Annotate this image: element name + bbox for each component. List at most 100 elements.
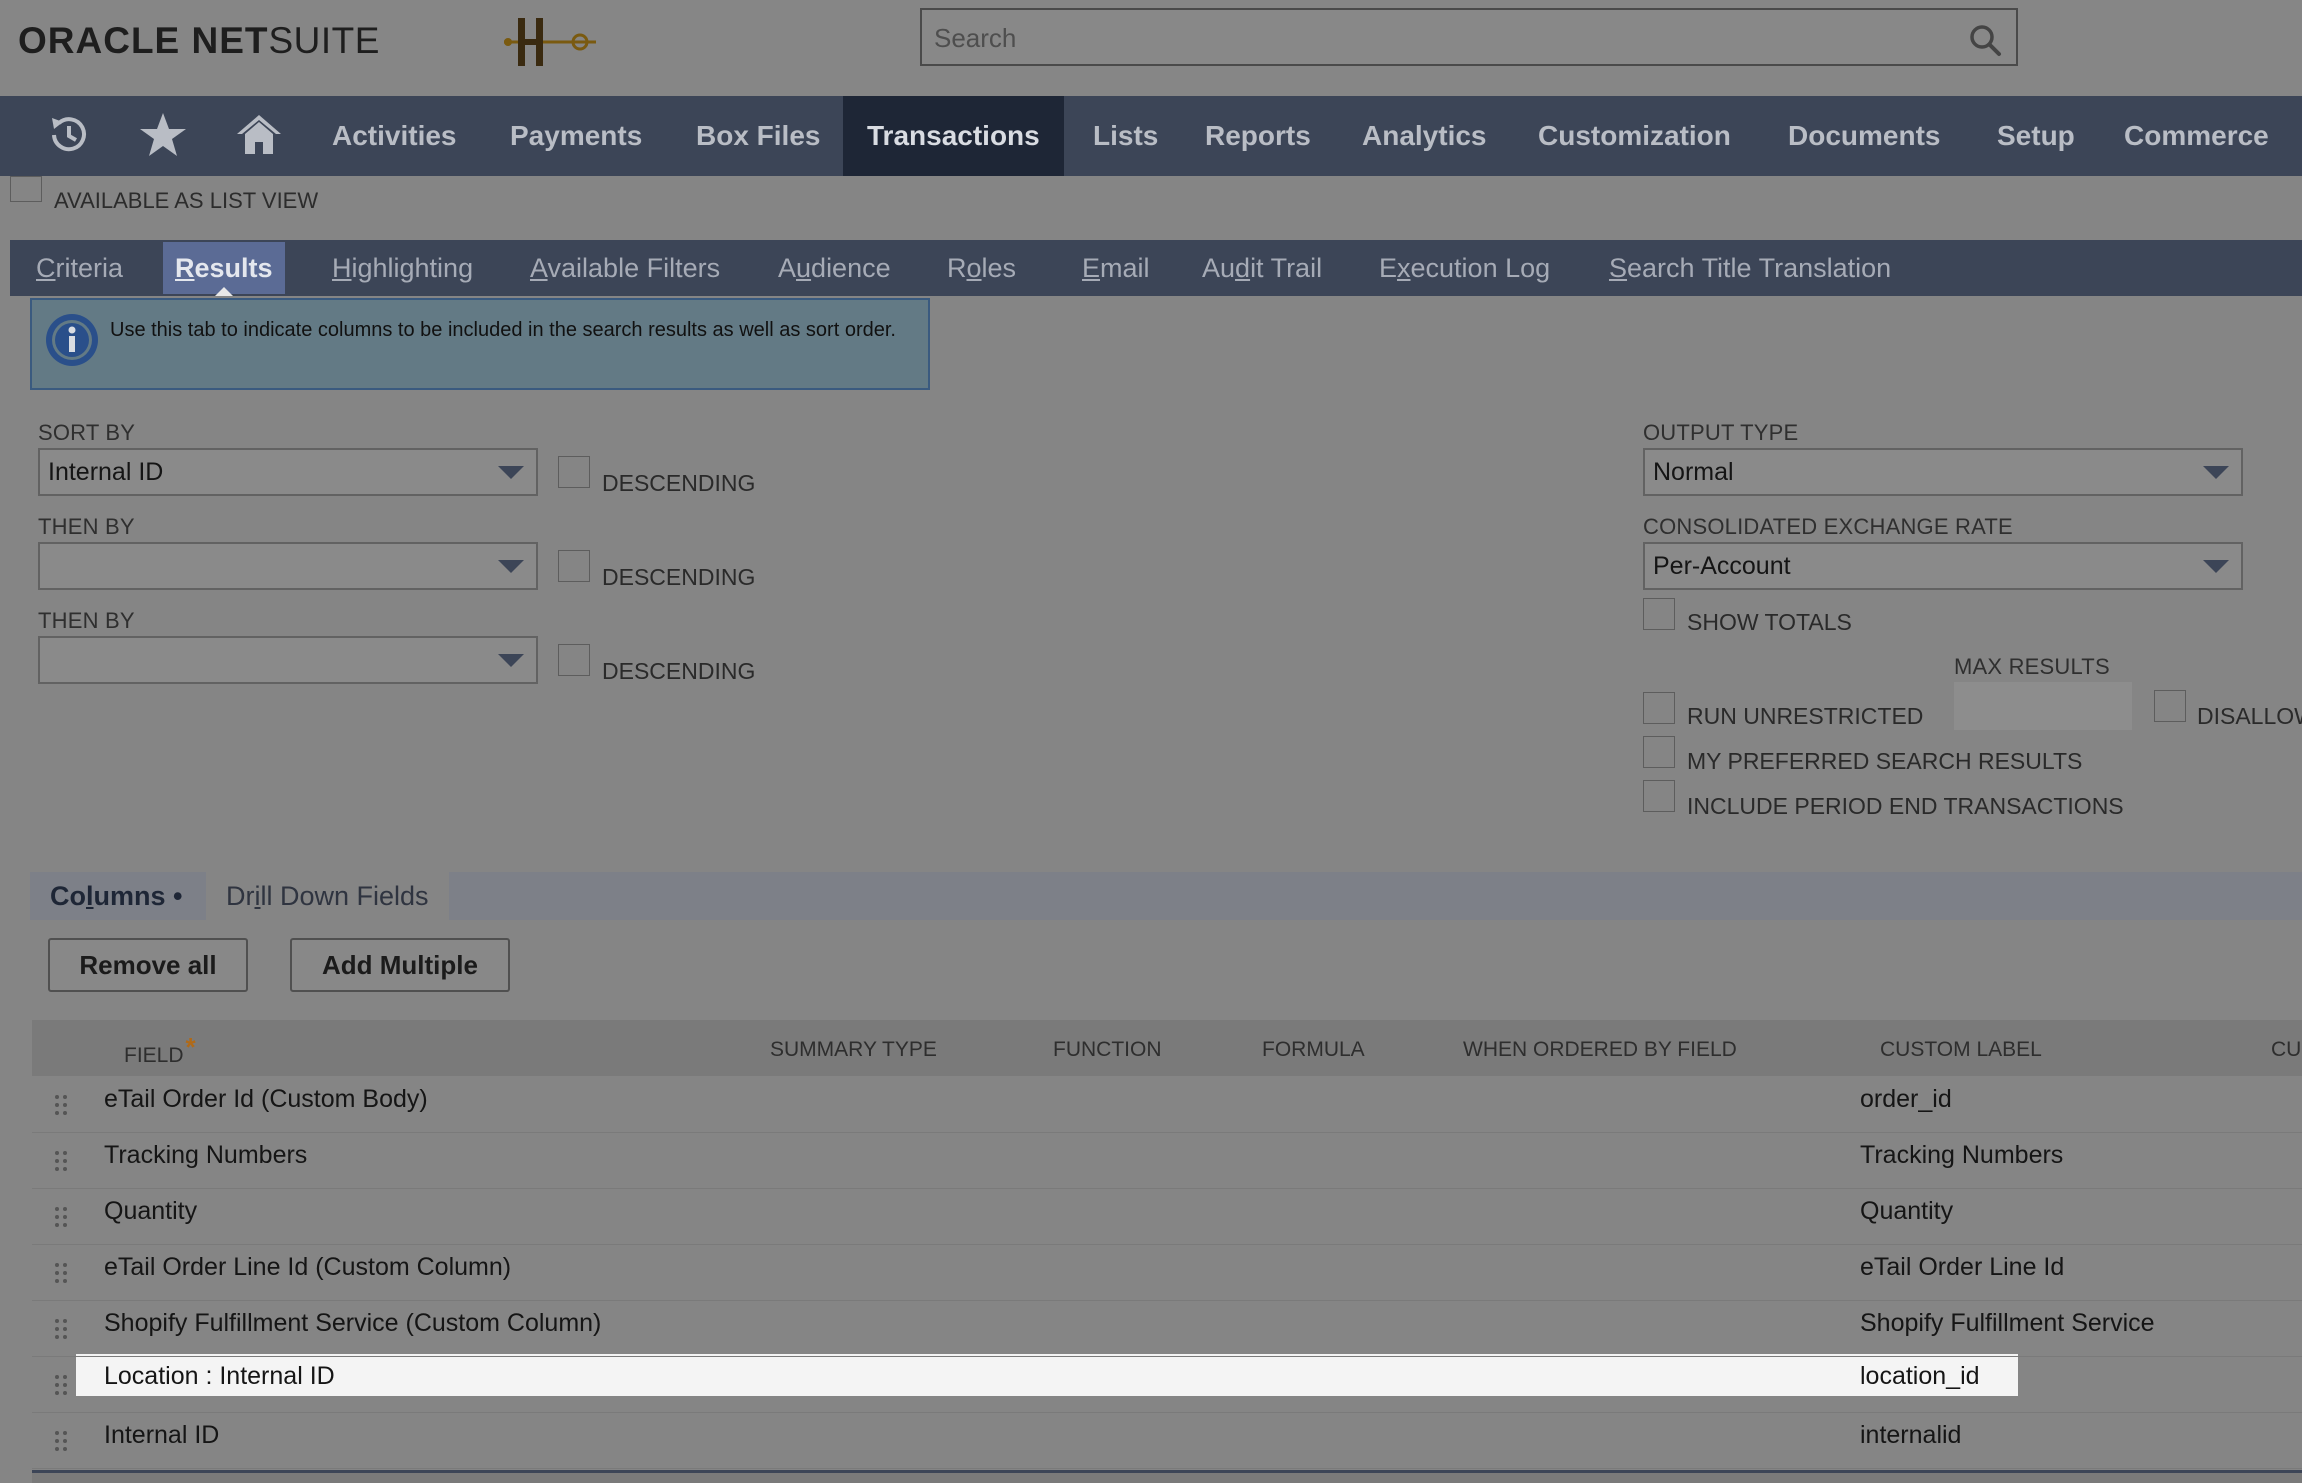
nav-reports[interactable]: Reports [1181,96,1335,176]
then-by-select-1[interactable] [38,542,538,590]
row-field: eTail Order Id (Custom Body) [104,1085,428,1113]
disallow-checkbox[interactable] [2154,690,2186,722]
nav-documents[interactable]: Documents [1764,96,1964,176]
max-results-input[interactable] [1954,682,2132,730]
search-input[interactable] [932,20,1936,56]
tab-columns[interactable]: Columns • [30,872,203,920]
tab-execution-log[interactable]: Execution Log [1367,240,1562,296]
drag-handle-icon[interactable] [54,1430,68,1452]
table-row-selected[interactable]: Location : Internal ID location_id [32,1356,2302,1413]
then-by-select-2[interactable] [38,636,538,684]
columns-table-header: FIELD* SUMMARY TYPE FUNCTION FORMULA WHE… [32,1020,2302,1076]
row-field: Tracking Numbers [104,1141,308,1169]
my-preferred-checkbox[interactable] [1643,736,1675,768]
then-by-label-2: THEN BY [38,608,135,633]
header-function[interactable]: FUNCTION [1053,1038,1162,1062]
netsuite-logo[interactable]: ORACLE NETSUITE [18,20,380,62]
columns-subtabs: Columns • Drill Down Fields [30,872,2302,920]
add-multiple-button[interactable]: Add Multiple [290,938,510,992]
nav-payments[interactable]: Payments [486,96,666,176]
table-row[interactable]: eTail Order Id (Custom Body) order_id [32,1076,2302,1133]
run-unrestricted-label: RUN UNRESTRICTED [1687,703,1924,729]
tab-search-title-translation[interactable]: Search Title Translation [1597,240,1903,296]
header-field[interactable]: FIELD* [124,1032,196,1069]
table-row[interactable]: Internal ID internalid [32,1412,2302,1469]
nav-transactions[interactable]: Transactions [843,96,1064,176]
descending-checkbox-1[interactable] [558,456,590,488]
descending-checkbox-2[interactable] [558,550,590,582]
favorites-star-icon[interactable] [138,110,188,160]
table-edit-row[interactable] [32,1470,2302,1483]
table-row[interactable]: Tracking Numbers Tracking Numbers [32,1132,2302,1189]
header-summary-type[interactable]: SUMMARY TYPE [770,1038,937,1062]
tab-results[interactable]: Results [163,242,285,296]
main-navigation: Activities Payments Box Files Transactio… [0,96,2302,176]
header-cu[interactable]: CU [2271,1038,2301,1062]
tab-audience[interactable]: Audience [766,240,903,296]
tab-audit-trail[interactable]: Audit Trail [1190,240,1334,296]
required-asterisk: * [185,1032,196,1062]
exchange-rate-label: CONSOLIDATED EXCHANGE RATE [1643,514,2013,539]
drag-handle-icon[interactable] [54,1318,68,1340]
home-icon[interactable] [234,110,284,160]
row-custom-label: location_id [1860,1362,1980,1390]
remove-all-button[interactable]: Remove all [48,938,248,992]
header-custom-label[interactable]: CUSTOM LABEL [1880,1038,2042,1062]
header-formula[interactable]: FORMULA [1262,1038,1365,1062]
drag-handle-icon[interactable] [54,1374,68,1396]
drag-handle-icon[interactable] [54,1262,68,1284]
top-header: ORACLE NETSUITE [0,0,2302,96]
descending-checkbox-3[interactable] [558,644,590,676]
drag-handle-icon[interactable] [54,1206,68,1228]
nav-activities[interactable]: Activities [308,96,481,176]
nav-box-files[interactable]: Box Files [672,96,844,176]
recent-history-icon[interactable] [44,110,94,160]
tab-criteria[interactable]: Criteria [24,240,135,296]
row-field: Location : Internal ID [104,1362,335,1390]
sort-by-select[interactable]: Internal ID [38,448,538,496]
row-custom-label: internalid [1860,1421,1962,1449]
run-unrestricted-checkbox[interactable] [1643,692,1675,724]
then-by-label-1: THEN BY [38,514,135,539]
max-results-label: MAX RESULTS [1954,654,2110,679]
descending-label-3: DESCENDING [602,658,756,684]
row-custom-label: Shopify Fulfillment Service [1860,1309,2155,1337]
table-row[interactable]: Quantity Quantity [32,1188,2302,1245]
tab-drill-down-fields[interactable]: Drill Down Fields [206,872,449,920]
row-field: Internal ID [104,1421,220,1449]
available-as-list-view-checkbox[interactable] [10,176,42,202]
descending-label-2: DESCENDING [602,564,756,590]
row-custom-label: order_id [1860,1085,1952,1113]
include-period-end-checkbox[interactable] [1643,780,1675,812]
show-totals-checkbox[interactable] [1643,598,1675,630]
nav-setup[interactable]: Setup [1973,96,2099,176]
nav-customization[interactable]: Customization [1514,96,1755,176]
drag-handle-icon[interactable] [54,1150,68,1172]
tab-available-filters[interactable]: Available Filters [518,240,732,296]
table-row[interactable]: eTail Order Line Id (Custom Column) eTai… [32,1244,2302,1301]
header-when-ordered-by-field[interactable]: WHEN ORDERED BY FIELD [1463,1038,1737,1062]
nav-lists[interactable]: Lists [1069,96,1182,176]
search-icon[interactable] [1968,23,2002,57]
search-subtabs: Criteria Results Highlighting Available … [10,240,2302,296]
row-custom-label: Tracking Numbers [1860,1141,2064,1169]
exchange-rate-select[interactable]: Per-Account [1643,542,2243,590]
info-message: Use this tab to indicate columns to be i… [30,298,930,390]
nav-commerce[interactable]: Commerce [2100,96,2293,176]
chevron-down-icon [498,560,524,573]
info-icon [46,314,98,366]
tab-roles[interactable]: Roles [935,240,1028,296]
nav-analytics[interactable]: Analytics [1338,96,1511,176]
global-search[interactable] [920,8,2018,66]
my-preferred-label: MY PREFERRED SEARCH RESULTS [1687,748,2083,774]
output-type-label: OUTPUT TYPE [1643,420,1799,445]
tab-email[interactable]: Email [1070,240,1162,296]
output-type-select[interactable]: Normal [1643,448,2243,496]
table-row[interactable]: Shopify Fulfillment Service (Custom Colu… [32,1300,2302,1357]
chevron-down-icon [2203,560,2229,573]
row-field: Quantity [104,1197,198,1225]
drag-handle-icon[interactable] [54,1094,68,1116]
row-field: eTail Order Line Id (Custom Column) [104,1253,512,1281]
row-custom-label: Quantity [1860,1197,1954,1225]
tab-highlighting[interactable]: Highlighting [320,240,485,296]
